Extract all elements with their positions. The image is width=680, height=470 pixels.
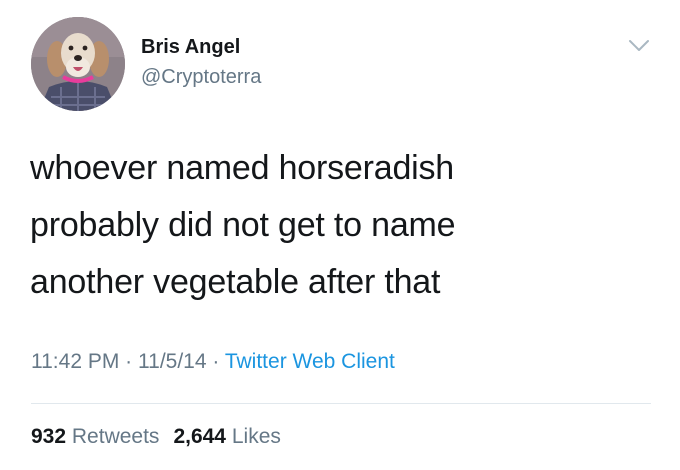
divider — [31, 403, 651, 404]
tweet-text-line: another vegetable after that — [30, 263, 441, 301]
tweet-time[interactable]: 11:42 PM — [31, 350, 119, 373]
display-name[interactable]: Bris Angel — [141, 36, 240, 59]
tweet-text: whoever named horseradish probably did n… — [30, 140, 650, 311]
user-handle[interactable]: @Cryptoterra — [141, 66, 261, 89]
separator-dot: · — [125, 350, 133, 373]
tweet-date[interactable]: 11/5/14 — [138, 350, 207, 373]
tweet-card: Bris Angel @Cryptoterra whoever named ho… — [0, 0, 680, 470]
separator-dot: · — [212, 350, 220, 373]
dog-avatar-image — [31, 17, 125, 111]
client-link[interactable]: Twitter Web Client — [225, 350, 395, 373]
retweets-count: 932 — [31, 425, 67, 448]
likes-label: Likes — [231, 425, 281, 448]
tweet-stats: 932 Retweets 2,644 Likes — [31, 425, 281, 449]
avatar[interactable] — [31, 17, 125, 111]
retweets-label: Retweets — [71, 425, 160, 448]
tweet-metadata: 11:42 PM · 11/5/14 · Twitter Web Client — [31, 350, 395, 374]
chevron-down-icon[interactable] — [628, 38, 650, 54]
likes-stat[interactable]: 2,644 Likes — [173, 425, 280, 448]
retweets-stat[interactable]: 932 Retweets — [31, 425, 159, 448]
tweet-text-line: probably did not get to name — [30, 206, 456, 244]
tweet-text-line: whoever named horseradish — [30, 149, 455, 187]
likes-count: 2,644 — [173, 425, 226, 448]
